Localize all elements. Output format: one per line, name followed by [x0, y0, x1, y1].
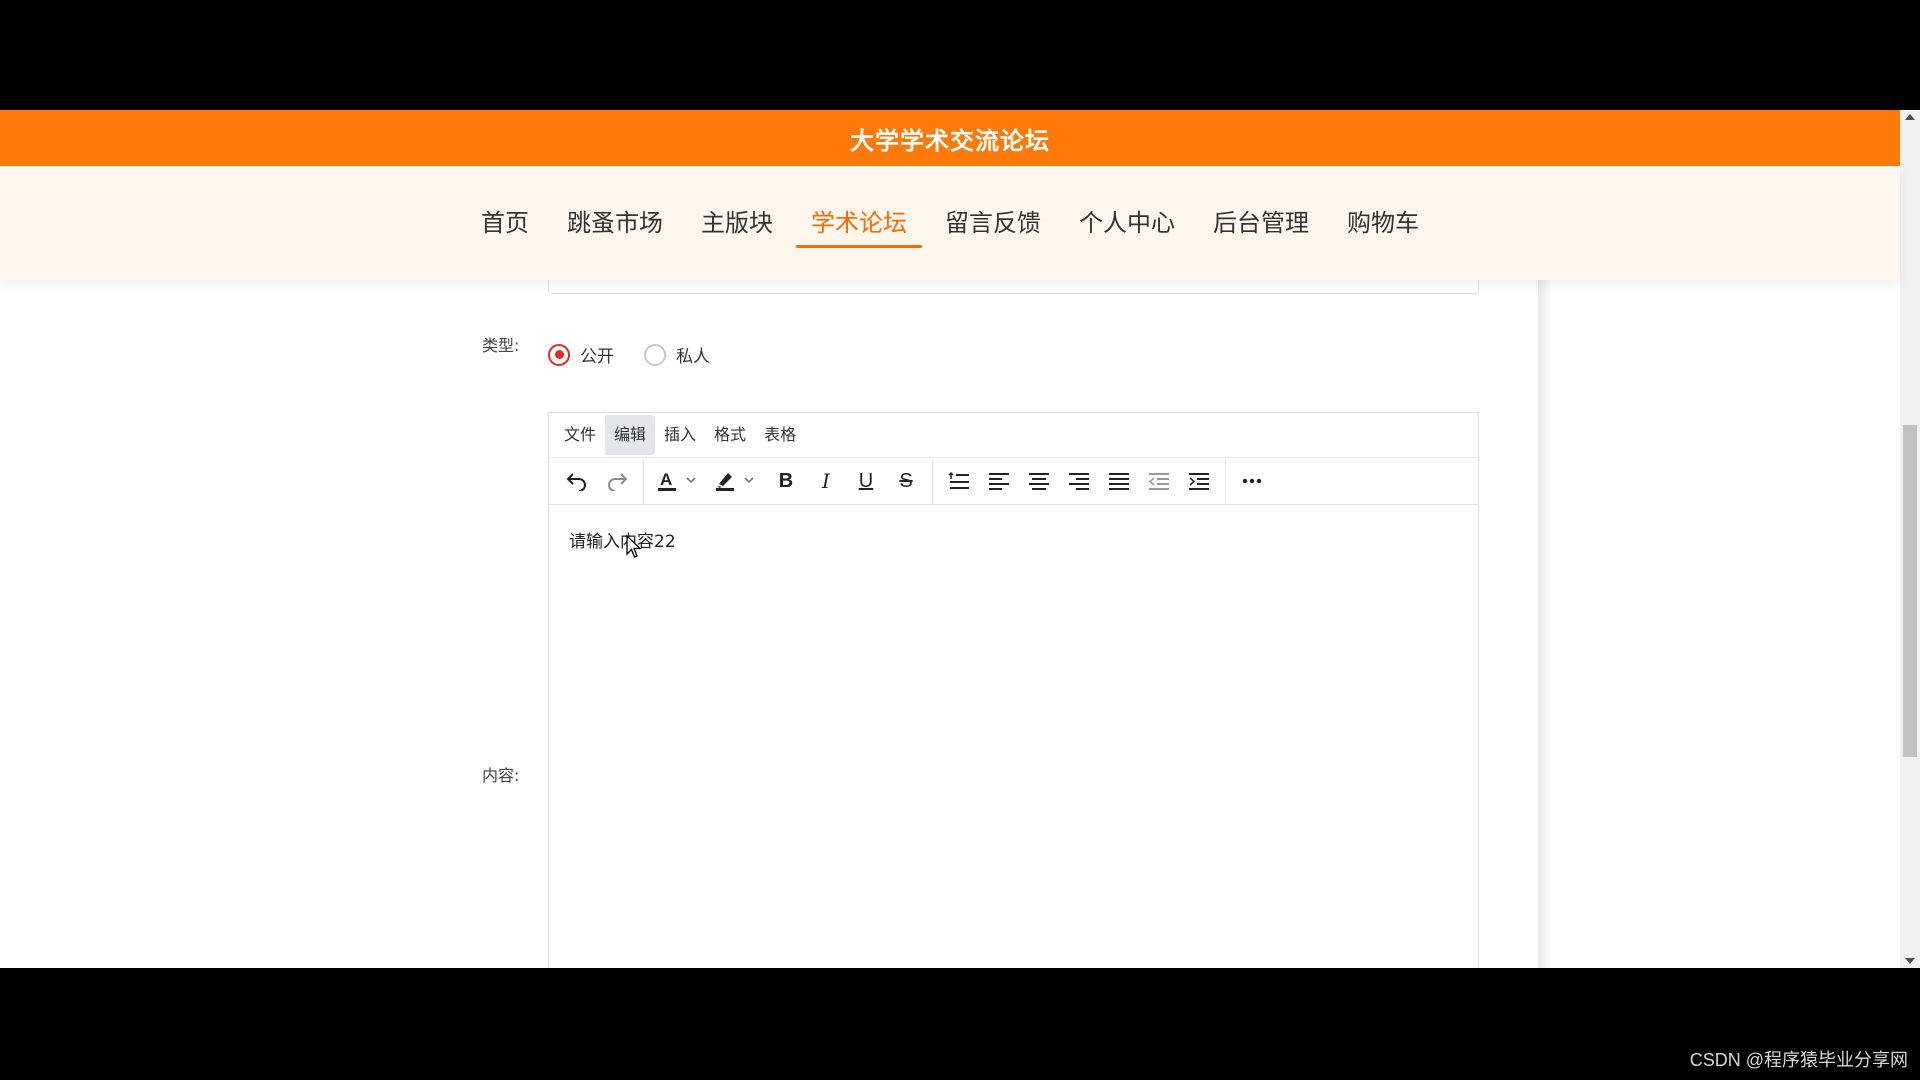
align-center-button[interactable]	[1019, 463, 1059, 499]
align-justify-button[interactable]	[1099, 463, 1139, 499]
menu-insert[interactable]: 插入	[655, 415, 705, 455]
bold-icon: B	[778, 469, 794, 492]
type-label: 类型:	[482, 336, 520, 355]
nav-item-feedback[interactable]: 留言反馈	[930, 198, 1056, 248]
previous-input-field[interactable]	[548, 280, 1479, 294]
site-title-bar: 大学学术交流论坛	[0, 110, 1900, 166]
align-group	[939, 457, 1226, 505]
type-radio-group: 公开 私人	[548, 342, 710, 367]
editor-menubar: 文件 编辑 插入 格式 表格	[549, 413, 1478, 458]
menu-edit[interactable]: 编辑	[605, 415, 656, 455]
line-height-icon	[948, 471, 969, 489]
radio-private-indicator[interactable]	[644, 343, 666, 366]
rich-text-editor: 文件 编辑 插入 格式 表格 A B I U S 请输入内容22	[548, 412, 1479, 968]
scroll-thumb[interactable]	[1903, 425, 1917, 757]
nav-item-profile[interactable]: 个人中心	[1064, 198, 1190, 248]
align-right-icon	[1069, 473, 1089, 490]
menu-file[interactable]: 文件	[555, 415, 605, 455]
align-justify-icon	[1109, 473, 1129, 490]
menu-format[interactable]: 格式	[705, 415, 755, 455]
watermark: CSDN @程序猿毕业分享网	[1689, 1050, 1908, 1070]
vertical-scrollbar[interactable]	[1900, 110, 1920, 968]
highlight-icon	[716, 473, 754, 491]
nav-item-flea-market[interactable]: 跳蚤市场	[552, 198, 678, 248]
align-left-icon	[989, 473, 1009, 490]
redo-icon	[608, 473, 628, 491]
bold-button[interactable]: B	[766, 463, 806, 499]
menu-table[interactable]: 表格	[755, 415, 805, 455]
underline-button[interactable]: U	[846, 463, 886, 499]
browser-viewport: 大学学术交流论坛 首页 跳蚤市场 主版块 学术论坛 留言反馈 个人中心 后台管理…	[0, 110, 1920, 968]
nav-item-admin[interactable]: 后台管理	[1198, 198, 1324, 248]
scroll-up-icon[interactable]	[1905, 114, 1915, 120]
radio-public-indicator[interactable]	[548, 343, 570, 366]
form-area: 类型: 公开 私人 内容: 文件 编辑 插入 格式 表格 A B I U S 请…	[0, 280, 1900, 968]
nav-item-academic-forum[interactable]: 学术论坛	[796, 198, 922, 248]
svg-text:A: A	[660, 470, 672, 489]
align-right-button[interactable]	[1059, 463, 1099, 499]
outdent-icon	[1149, 473, 1169, 490]
radio-private-label: 私人	[676, 347, 710, 367]
align-left-button[interactable]	[979, 463, 1019, 499]
highlight-color-button[interactable]	[708, 463, 766, 499]
more-button[interactable]	[1232, 463, 1272, 499]
indent-icon	[1189, 473, 1209, 490]
radio-public-label: 公开	[580, 347, 614, 367]
main-nav: 首页 跳蚤市场 主版块 学术论坛 留言反馈 个人中心 后台管理 购物车	[0, 166, 1900, 280]
font-color-icon: A	[658, 470, 696, 491]
nav-item-home[interactable]: 首页	[466, 198, 544, 248]
editor-content[interactable]: 请输入内容22	[549, 505, 1478, 574]
nav-item-main-section[interactable]: 主版块	[686, 198, 788, 248]
strikethrough-button[interactable]: S	[886, 463, 926, 499]
nav-item-cart[interactable]: 购物车	[1332, 198, 1434, 248]
align-center-icon	[1029, 473, 1049, 490]
screen: 大学学术交流论坛 首页 跳蚤市场 主版块 学术论坛 留言反馈 个人中心 后台管理…	[0, 0, 1920, 1080]
scroll-down-icon[interactable]	[1905, 958, 1915, 964]
redo-button[interactable]	[597, 463, 637, 499]
italic-icon: I	[822, 469, 830, 493]
radio-public[interactable]: 公开	[548, 342, 614, 367]
more-group	[1232, 458, 1278, 505]
font-color-button[interactable]: A	[650, 463, 708, 499]
italic-button[interactable]: I	[806, 463, 846, 499]
history-group	[557, 457, 644, 505]
editor-toolbar: A B I U S	[549, 457, 1478, 505]
content-panel-edge	[1538, 280, 1552, 968]
content-label: 内容:	[482, 766, 520, 785]
more-icon	[1242, 478, 1262, 484]
undo-icon	[566, 473, 586, 491]
outdent-button[interactable]	[1139, 463, 1179, 499]
format-group: A B I U S	[650, 457, 933, 505]
radio-private[interactable]: 私人	[644, 342, 710, 367]
indent-button[interactable]	[1179, 463, 1219, 499]
line-height-button[interactable]	[939, 463, 979, 499]
editor-paragraph[interactable]: 请输入内容22	[569, 527, 1458, 552]
underline-icon: U	[858, 469, 874, 492]
strikethrough-icon: S	[899, 469, 913, 492]
site-title: 大学学术交流论坛	[850, 126, 1050, 155]
undo-button[interactable]	[557, 463, 597, 499]
